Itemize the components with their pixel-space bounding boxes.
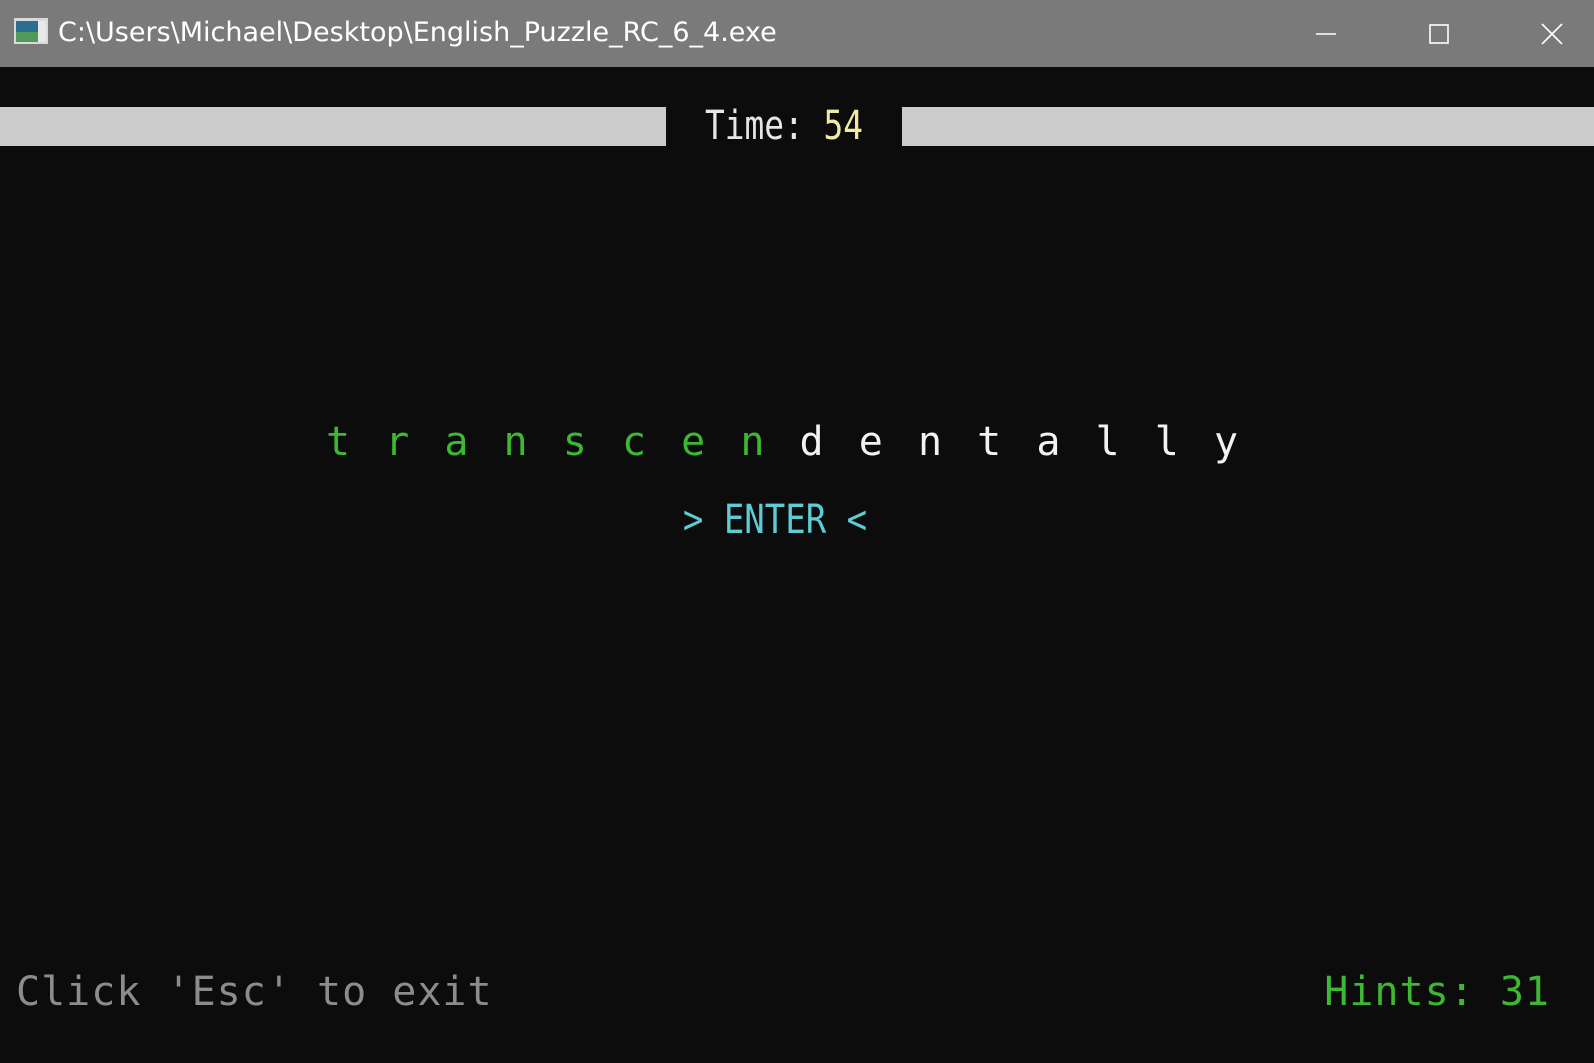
- maximize-button[interactable]: [1383, 0, 1495, 67]
- word-letter: l: [1095, 419, 1120, 465]
- enter-right-marker: <: [846, 497, 868, 543]
- minimize-button[interactable]: [1270, 0, 1382, 67]
- close-icon: [1541, 22, 1563, 45]
- exit-hint: Click 'Esc' to exit: [16, 969, 493, 1015]
- word-letter: c: [621, 419, 647, 465]
- word-letter: t: [325, 419, 351, 465]
- hints-counter: Hints: 31: [1324, 964, 1550, 1020]
- word-letter: a: [1036, 419, 1061, 465]
- enter-prompt[interactable]: > ENTER <: [677, 492, 873, 548]
- word-letter: t: [977, 419, 1002, 465]
- word-letter: d: [799, 419, 824, 465]
- hints-label: Hints:: [1324, 969, 1475, 1015]
- word-letter: s: [562, 419, 587, 465]
- word-letter: e: [681, 419, 706, 465]
- minimize-icon: [1316, 32, 1336, 35]
- word-letter: a: [444, 419, 469, 465]
- word-letter: e: [858, 419, 883, 465]
- console-app-icon: [14, 18, 48, 44]
- puzzle-word: transcendentally: [318, 412, 1278, 472]
- close-button[interactable]: [1496, 0, 1594, 67]
- word-letter: n: [917, 419, 943, 465]
- hints-value: 31: [1499, 969, 1550, 1015]
- title-bar[interactable]: C:\Users\Michael\Desktop\English_Puzzle_…: [0, 0, 1594, 67]
- word-letter: l: [1154, 419, 1179, 465]
- word-letter: y: [1213, 419, 1239, 465]
- timer: Time: 54: [687, 99, 881, 153]
- enter-label: ENTER: [723, 497, 827, 543]
- time-bar-right: [902, 107, 1594, 146]
- word-letter: n: [740, 419, 765, 465]
- timer-value: 54: [823, 103, 864, 149]
- time-bar-left: [0, 107, 666, 146]
- timer-label: Time:: [704, 103, 804, 149]
- enter-left-marker: >: [682, 497, 704, 543]
- word-letter: n: [503, 419, 528, 465]
- maximize-icon: [1429, 23, 1449, 44]
- window-title: C:\Users\Michael\Desktop\English_Puzzle_…: [58, 17, 777, 48]
- word-letter: r: [385, 419, 410, 465]
